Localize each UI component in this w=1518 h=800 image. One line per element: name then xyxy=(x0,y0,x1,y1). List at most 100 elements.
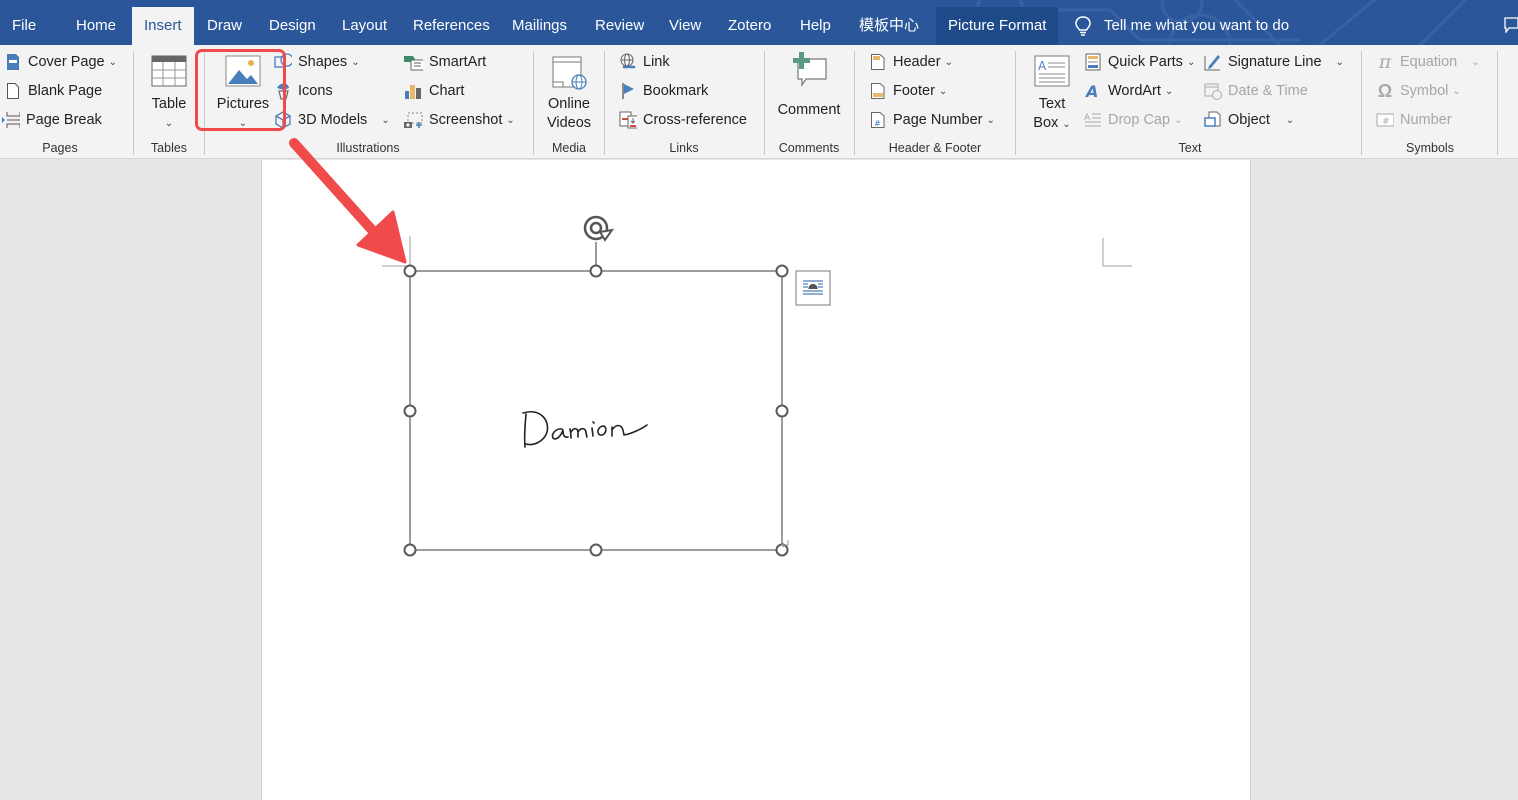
tab-view[interactable]: View xyxy=(657,7,713,45)
group-divider xyxy=(1361,51,1362,155)
cross-reference-button[interactable]: Cross-reference xyxy=(619,108,747,132)
blank-page-icon xyxy=(4,82,22,100)
tab-design[interactable]: Design xyxy=(257,7,328,45)
icons-button[interactable]: Icons xyxy=(274,79,333,103)
chevron-down-icon: ⌄ xyxy=(1174,114,1183,126)
table-button[interactable]: Table ⌄ xyxy=(146,55,192,133)
tab-file[interactable]: File xyxy=(0,7,48,45)
group-divider xyxy=(133,51,134,155)
group-divider xyxy=(204,51,205,155)
shapes-button[interactable]: Shapes ⌄ xyxy=(274,50,360,74)
comments-pane-icon[interactable] xyxy=(1504,17,1518,33)
chevron-down-icon: ⌄ xyxy=(381,114,390,126)
footer-label: Footer xyxy=(893,83,935,99)
group-divider xyxy=(604,51,605,155)
footer-icon xyxy=(869,82,887,100)
chart-button[interactable]: Chart xyxy=(403,79,464,103)
drop-cap-label: Drop Cap xyxy=(1108,112,1171,128)
group-divider xyxy=(1497,51,1498,155)
tab-review[interactable]: Review xyxy=(583,7,656,45)
chevron-down-icon: ⌄ xyxy=(1471,56,1480,68)
cube-icon xyxy=(274,111,292,129)
tab-home[interactable]: Home xyxy=(64,7,128,45)
signature-line-icon xyxy=(1204,53,1222,71)
page-number-icon: # xyxy=(869,111,887,129)
link-button[interactable]: Link xyxy=(619,50,670,74)
drop-cap-button[interactable]: A Drop Cap ⌄ xyxy=(1084,108,1182,132)
tab-mailings[interactable]: Mailings xyxy=(500,7,579,45)
pictures-label: Pictures xyxy=(216,96,270,112)
date-time-button[interactable]: Date & Time xyxy=(1204,79,1308,103)
smartart-icon xyxy=(403,53,423,71)
tab-zotero[interactable]: Zotero xyxy=(716,7,783,45)
text-box-label-line1: Text xyxy=(1038,96,1066,112)
tell-me-search[interactable]: Tell me what you want to do xyxy=(1074,7,1289,45)
date-time-icon xyxy=(1204,82,1222,100)
online-videos-button[interactable]: Online Videos xyxy=(540,55,598,133)
ribbon-tab-bar: File Home Insert Draw Design Layout Refe… xyxy=(0,0,1518,45)
text-box-label-line2: Box xyxy=(1033,115,1059,131)
pictures-button[interactable]: Pictures ⌄ xyxy=(212,55,274,133)
tab-template-center[interactable]: 模板中心 xyxy=(847,7,931,45)
pi-icon: π xyxy=(1378,51,1392,73)
shapes-label: Shapes xyxy=(298,54,348,70)
signature-line-button[interactable]: Signature Line ⌄ xyxy=(1204,50,1344,74)
tab-references[interactable]: References xyxy=(401,7,502,45)
svg-text:#: # xyxy=(874,119,881,128)
bookmark-button[interactable]: Bookmark xyxy=(619,79,708,103)
table-icon xyxy=(151,55,187,87)
tab-insert[interactable]: Insert xyxy=(132,7,194,45)
symbol-button[interactable]: Ω Symbol ⌄ xyxy=(1376,79,1461,103)
header-button[interactable]: Header ⌄ xyxy=(869,50,953,74)
equation-button[interactable]: π Equation ⌄ xyxy=(1376,50,1480,74)
group-label-text: Text xyxy=(1178,141,1202,155)
page-break-button[interactable]: Page Break xyxy=(2,108,102,132)
chevron-down-icon: ⌄ xyxy=(1062,119,1071,130)
bookmark-label: Bookmark xyxy=(643,83,709,99)
smartart-button[interactable]: SmartArt xyxy=(403,50,486,74)
object-button[interactable]: Object ⌄ xyxy=(1204,108,1294,132)
icons-label: Icons xyxy=(298,83,333,99)
page-number-button[interactable]: # Page Number ⌄ xyxy=(869,108,995,132)
blank-page-button[interactable]: Blank Page xyxy=(4,79,102,103)
tab-layout[interactable]: Layout xyxy=(330,7,399,45)
ribbon-insert: Cover Page ⌄ Blank Page Page Break Pages … xyxy=(0,45,1518,159)
online-video-icon xyxy=(552,56,587,90)
tab-draw[interactable]: Draw xyxy=(195,7,254,45)
group-label-links: Links xyxy=(669,141,699,155)
text-box-button[interactable]: A Text Box ⌄ xyxy=(1028,55,1076,134)
chevron-down-icon: ⌄ xyxy=(944,56,953,68)
margin-corner-mark xyxy=(382,236,411,270)
bookmark-flag-icon xyxy=(619,82,637,100)
svg-text:A: A xyxy=(1038,59,1047,73)
tab-picture-format[interactable]: Picture Format xyxy=(936,7,1059,45)
cover-page-button[interactable]: Cover Page ⌄ xyxy=(4,50,117,74)
page-break-icon xyxy=(2,111,20,129)
number-label: Number xyxy=(1400,112,1452,128)
cover-page-icon xyxy=(4,53,22,71)
quick-parts-button[interactable]: Quick Parts ⌄ xyxy=(1084,50,1195,74)
screenshot-button[interactable]: Screenshot ⌄ xyxy=(403,108,515,132)
shapes-icon xyxy=(274,53,292,71)
wordart-button[interactable]: A WordArt ⌄ xyxy=(1084,79,1173,103)
link-icon xyxy=(619,53,637,71)
chevron-down-icon: ⌄ xyxy=(238,118,248,129)
online-videos-label-line1: Online xyxy=(548,96,590,112)
svg-text:#: # xyxy=(1382,117,1390,127)
number-button[interactable]: # Number xyxy=(1376,108,1452,132)
lightbulb-icon xyxy=(1075,16,1091,36)
document-page[interactable] xyxy=(261,160,1251,800)
comment-label: Comment xyxy=(777,102,841,118)
group-label-comments: Comments xyxy=(778,141,840,155)
tab-help[interactable]: Help xyxy=(788,7,843,45)
footer-button[interactable]: Footer ⌄ xyxy=(869,79,947,103)
group-divider xyxy=(533,51,534,155)
3d-models-button[interactable]: 3D Models ⌄ xyxy=(274,108,390,132)
icons-icon xyxy=(274,82,292,100)
chevron-down-icon: ⌄ xyxy=(164,118,174,129)
equation-label: Equation xyxy=(1400,54,1458,70)
chevron-down-icon: ⌄ xyxy=(506,114,515,126)
new-comment-button[interactable]: Comment xyxy=(774,51,844,120)
blank-page-label: Blank Page xyxy=(28,83,103,99)
signature-line-label: Signature Line xyxy=(1228,54,1322,70)
